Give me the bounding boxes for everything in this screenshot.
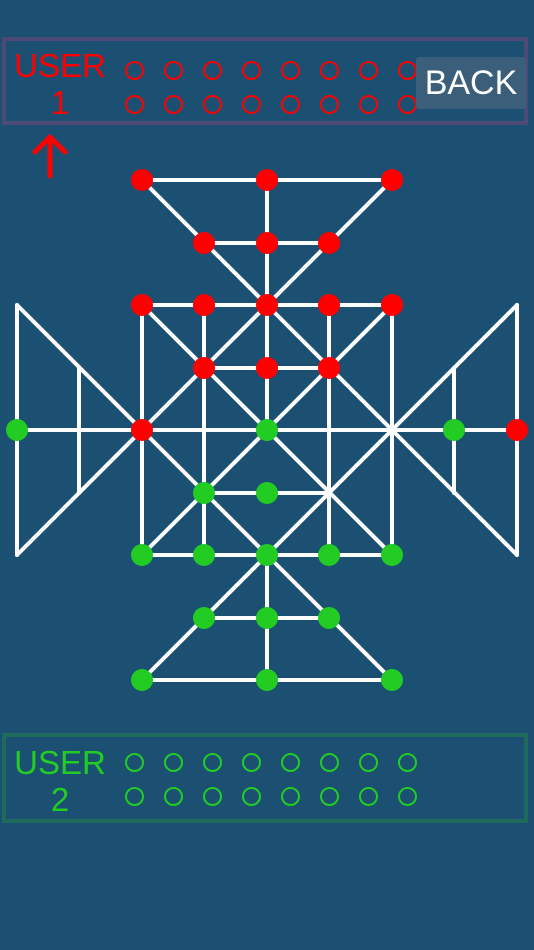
red-piece[interactable] [318,232,340,254]
green-piece[interactable] [381,669,403,691]
reserve-counter [281,95,300,114]
red-piece[interactable] [193,357,215,379]
reserve-counter [203,753,222,772]
game-board[interactable] [0,160,534,700]
green-piece[interactable] [131,544,153,566]
green-piece[interactable] [256,482,278,504]
red-piece[interactable] [131,169,153,191]
reserve-counter [125,787,144,806]
green-piece[interactable] [443,419,465,441]
green-piece[interactable] [381,544,403,566]
reserve-counter [281,753,300,772]
reserve-counter [164,61,183,80]
reserve-counter [242,95,261,114]
player2-label-number: 2 [50,781,70,818]
red-piece[interactable] [256,294,278,316]
green-piece[interactable] [318,607,340,629]
reserve-counter [125,95,144,114]
reserve-counter [320,753,339,772]
reserve-counter [359,787,378,806]
reserve-counter [281,787,300,806]
reserve-counter [320,787,339,806]
red-piece[interactable] [318,294,340,316]
reserve-counter [242,61,261,80]
green-piece[interactable] [131,669,153,691]
reserve-counter [164,753,183,772]
green-piece[interactable] [256,544,278,566]
green-piece[interactable] [193,607,215,629]
back-button[interactable]: BACK [416,57,526,109]
red-piece[interactable] [256,357,278,379]
red-piece[interactable] [381,169,403,191]
reserve-counter [164,787,183,806]
red-piece[interactable] [506,419,528,441]
reserve-counter [398,61,417,80]
reserve-counter [242,787,261,806]
reserve-counter [398,95,417,114]
green-piece[interactable] [6,419,28,441]
reserve-counter [398,753,417,772]
reserve-counter [281,61,300,80]
red-piece[interactable] [131,294,153,316]
red-piece[interactable] [256,232,278,254]
red-piece[interactable] [193,294,215,316]
red-piece[interactable] [318,357,340,379]
reserve-counter [398,787,417,806]
player1-label-word: USER [14,47,106,84]
reserve-counter [203,61,222,80]
player2-label-word: USER [14,744,106,781]
green-piece[interactable] [318,544,340,566]
reserve-counter [359,753,378,772]
reserve-counter [320,95,339,114]
green-piece[interactable] [256,419,278,441]
player2-label: USER 2 [10,744,110,818]
reserve-counter [203,95,222,114]
player2-reserve-counters [118,737,418,817]
green-piece[interactable] [256,669,278,691]
red-piece[interactable] [193,232,215,254]
player2-panel: USER 2 [2,733,528,823]
red-piece[interactable] [381,294,403,316]
green-piece[interactable] [193,482,215,504]
reserve-counter [359,95,378,114]
reserve-counter [359,61,378,80]
reserve-counter [125,61,144,80]
reserve-counter [125,753,144,772]
reserve-counter [164,95,183,114]
red-piece[interactable] [256,169,278,191]
green-piece[interactable] [193,544,215,566]
player1-reserve-counters [118,41,418,121]
green-piece[interactable] [256,607,278,629]
reserve-counter [203,787,222,806]
reserve-counter [320,61,339,80]
player1-label: USER 1 [10,47,110,121]
reserve-counter [242,753,261,772]
player1-label-number: 1 [50,84,70,121]
red-piece[interactable] [131,419,153,441]
